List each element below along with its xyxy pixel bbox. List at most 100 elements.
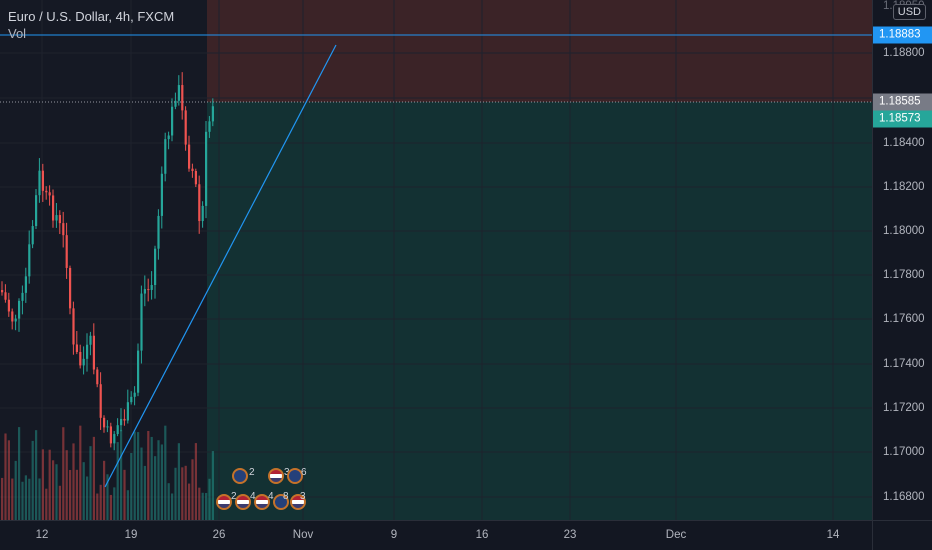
candle-body [28, 244, 31, 277]
volume-bar [14, 460, 17, 520]
candle-body [65, 235, 68, 268]
candle-body [7, 299, 10, 312]
volume-bar [191, 459, 194, 520]
time-tick: 26 [212, 529, 226, 541]
candle-body [205, 131, 208, 206]
volume-bar [143, 465, 146, 520]
us-event-icon[interactable] [216, 494, 232, 510]
candle-body [89, 335, 92, 345]
volume-bar [21, 481, 24, 520]
volume-bar [99, 484, 102, 520]
candle-body [99, 384, 102, 418]
candle-body [96, 369, 99, 385]
candle-body [177, 85, 180, 101]
candle-body [171, 106, 174, 136]
volume-bar [82, 462, 85, 520]
price-tick: 1.17800 [883, 269, 925, 281]
horizontal-line-price-tag: 1.18883 [873, 26, 932, 44]
volume-bar [45, 488, 48, 520]
candle-body [154, 248, 157, 285]
volume-bar [133, 431, 136, 520]
last-price-tag: 1.18585 [873, 93, 932, 111]
volume-bar [201, 492, 204, 520]
volume-bar [38, 478, 41, 520]
volume-bar [86, 476, 89, 520]
candle-body [164, 139, 167, 174]
time-tick: 9 [390, 529, 398, 541]
chart-pane[interactable]: Euro / U.S. Dollar, 4h, FXCM Vol 2 3 6 2… [0, 0, 872, 520]
time-tick: 23 [563, 529, 577, 541]
price-tick: 1.18000 [883, 225, 925, 237]
candle-body [109, 426, 112, 444]
candle-body [35, 195, 38, 227]
candle-body [184, 110, 187, 145]
candle-body [31, 226, 34, 245]
candlestick-chart[interactable] [0, 0, 872, 520]
volume-bar [48, 449, 51, 520]
volume-bar [116, 442, 119, 520]
price-tick: 1.18800 [883, 47, 925, 59]
volume-bar [120, 429, 123, 520]
volume-bar [137, 432, 140, 520]
volume-bar [109, 494, 112, 520]
us-event-icon[interactable] [268, 468, 284, 484]
volume-bar [103, 460, 106, 520]
time-tick: Dec [665, 529, 687, 541]
volume-bar [35, 430, 38, 520]
volume-bar [177, 443, 180, 520]
volume-bar [89, 446, 92, 520]
volume-bar [184, 465, 187, 520]
candle-body [133, 392, 136, 397]
volume-bar [160, 444, 163, 520]
volume-bar [167, 483, 170, 520]
stop-loss-zone[interactable] [207, 0, 872, 102]
price-tick: 1.17400 [883, 358, 925, 370]
volume-bar [157, 440, 160, 520]
volume-indicator-label[interactable]: Vol [8, 25, 174, 42]
candle-body [55, 215, 58, 221]
candle-body [123, 418, 126, 421]
volume-bar [65, 450, 68, 520]
candle-body [116, 425, 119, 435]
history-shade [0, 0, 207, 520]
candle-body [143, 289, 146, 294]
currency-button[interactable]: USD [892, 4, 926, 20]
candle-body [21, 292, 24, 301]
candle-body [18, 300, 21, 319]
price-tick: 1.17600 [883, 313, 925, 325]
candle-body [92, 335, 95, 370]
entry-price-tag: 1.18573 [873, 110, 932, 128]
volume-bar [208, 478, 211, 520]
candle-body [113, 434, 116, 444]
scale-corner [872, 520, 932, 550]
volume-bar [154, 456, 157, 520]
volume-bar [72, 443, 75, 520]
us-event-icon[interactable] [235, 494, 251, 510]
volume-bar [96, 493, 99, 520]
candle-body [52, 195, 55, 221]
symbol-title[interactable]: Euro / U.S. Dollar, 4h, FXCM [8, 8, 174, 25]
candle-body [1, 290, 4, 293]
candle-body [106, 426, 109, 428]
candle-body [147, 289, 150, 291]
take-profit-zone[interactable] [207, 102, 872, 520]
volume-bar [18, 427, 21, 520]
candle-body [41, 170, 44, 191]
volume-bar [205, 492, 208, 520]
volume-bar [7, 440, 10, 520]
candle-body [79, 351, 82, 366]
time-scale[interactable]: 12 19 26 Nov 9 16 23 Dec 14 [0, 520, 872, 550]
volume-bar [188, 483, 191, 520]
price-scale[interactable]: 1.18950 USD 1.18800 1.18400 1.18200 1.18… [872, 0, 932, 520]
volume-bar [62, 427, 65, 520]
volume-bar [69, 469, 72, 520]
volume-bar [41, 449, 44, 520]
candle-body [160, 173, 163, 216]
candle-body [188, 144, 191, 169]
eu-event-icon[interactable] [232, 468, 248, 484]
volume-bar [194, 443, 197, 520]
candle-body [103, 417, 106, 428]
event-count: 8 [283, 491, 289, 502]
time-tick: 12 [35, 529, 49, 541]
volume-bar [147, 430, 150, 520]
